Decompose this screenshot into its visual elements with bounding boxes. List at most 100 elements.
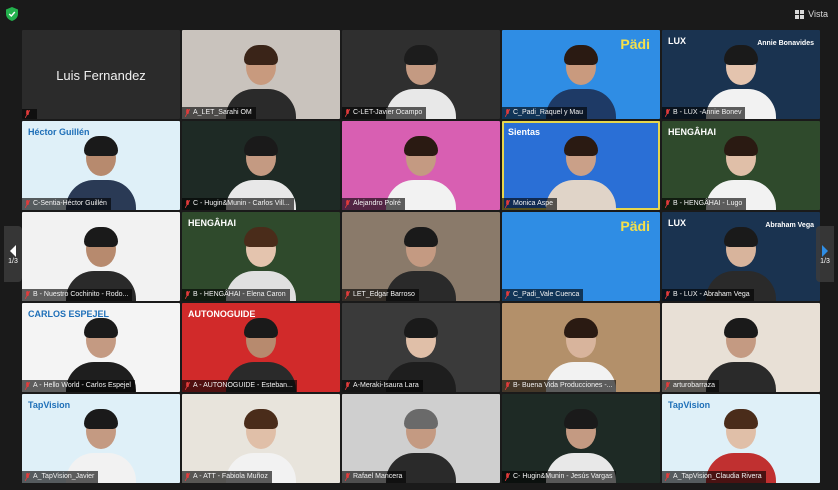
participant-tile[interactable]: TapVision A_TapVision_Javier: [22, 394, 180, 483]
participant-tile[interactable]: A-Meraki-Isaura Lara: [342, 303, 500, 392]
participant-tile[interactable]: Pädi C_Padi_Vale Cuenca: [502, 212, 660, 301]
participant-tile[interactable]: Héctor Guillén C-Sentia-Héctor Guillén: [22, 121, 180, 210]
background-logo-text: Pädi: [620, 218, 650, 234]
participant-name: C-Sentia-Héctor Guillén: [33, 200, 107, 207]
participant-name: A_LET_Sarahi OM: [193, 109, 252, 116]
participant-tile[interactable]: LUX Abraham Vega B - LUX - Abraham Vega: [662, 212, 820, 301]
muted-mic-icon: [185, 291, 190, 299]
muted-mic-icon: [185, 473, 190, 481]
participant-name: B - Nuestro Cochinito - Rodo...: [33, 291, 129, 298]
participant-tile[interactable]: Pädi C_Padi_Raquel y Mau: [502, 30, 660, 119]
participant-name: A-Meraki-Isaura Lara: [353, 382, 419, 389]
participant-name-bar: A_TapVision_Claudia Rivera: [662, 471, 766, 483]
participant-name: A - AUTONOGUIDE - Esteban...: [193, 382, 293, 389]
muted-mic-icon: [25, 382, 30, 390]
chevron-right-icon: [822, 244, 828, 257]
participant-name-bar: C - Hugin&Munin - Carlos Vill...: [182, 198, 294, 210]
background-logo-text: Pädi: [620, 36, 650, 52]
participant-tile[interactable]: arturobarraza: [662, 303, 820, 392]
participant-name: A - Hello World - Carlos Espejel: [33, 382, 131, 389]
participant-name-bar: B- Buena Vida Producciones -...: [502, 380, 617, 392]
muted-mic-icon: [185, 382, 190, 390]
participant-name: C_Padi_Vale Cuenca: [513, 291, 580, 298]
muted-mic-icon: [665, 200, 670, 208]
muted-mic-icon: [505, 382, 510, 390]
participant-tile[interactable]: TapVision A_TapVision_Claudia Rivera: [662, 394, 820, 483]
background-logo-text: Sientas: [508, 127, 541, 137]
next-page-button[interactable]: 1/3: [816, 226, 834, 282]
participant-tile[interactable]: Sientas Monica Aspe: [502, 121, 660, 210]
shield-icon[interactable]: [6, 7, 18, 21]
participant-name-bar: B - HENGÂHAI - Lugo: [662, 198, 747, 210]
participant-name-bar: B - HENGÂHAI - Elena Caron: [182, 289, 290, 301]
participant-tile[interactable]: LET_Edgar Barroso: [342, 212, 500, 301]
participant-tile[interactable]: HENGÂHAI B - HENGÂHAI - Elena Caron: [182, 212, 340, 301]
muted-mic-icon: [345, 473, 350, 481]
muted-mic-icon: [505, 473, 510, 481]
participant-name-bar: C-Sentia-Héctor Guillén: [22, 198, 111, 210]
participant-tile[interactable]: C-LET-Javier Ocampo: [342, 30, 500, 119]
participant-name-bar: A_LET_Sarahi OM: [182, 107, 256, 119]
muted-mic-icon: [25, 473, 30, 481]
participant-tile[interactable]: Alejandro Polré: [342, 121, 500, 210]
participant-name: B- Buena Vida Producciones -...: [513, 382, 613, 389]
muted-mic-icon: [25, 291, 30, 299]
participant-tile[interactable]: CARLOS ESPEJEL A - Hello World - Carlos E…: [22, 303, 180, 392]
muted-mic-icon: [185, 200, 190, 208]
participant-tile[interactable]: HENGÂHAI B - HENGÂHAI - Lugo: [662, 121, 820, 210]
participant-name-bar: Rafael Mancera: [342, 471, 407, 483]
participant-name: B - HENGÂHAI - Lugo: [673, 200, 743, 207]
view-label: Vista: [808, 9, 828, 19]
participant-tile[interactable]: Rafael Mancera: [342, 394, 500, 483]
participant-display-name: Luis Fernandez: [56, 68, 146, 83]
participant-tile[interactable]: Luis Fernandez: [22, 30, 180, 119]
participant-name: C-LET-Javier Ocampo: [353, 109, 423, 116]
participant-name: A_TapVision_Javier: [33, 473, 95, 480]
participant-tile[interactable]: AUTONOGUIDE A - AUTONOGUIDE - Esteban...: [182, 303, 340, 392]
participant-name-bar: B - Nuestro Cochinito - Rodo...: [22, 289, 133, 301]
participant-name-bar: C-LET-Javier Ocampo: [342, 107, 427, 119]
background-logo-text: LUX: [668, 218, 686, 228]
participant-tile[interactable]: B- Buena Vida Producciones -...: [502, 303, 660, 392]
participant-name: C_Padi_Raquel y Mau: [513, 109, 584, 116]
participant-tile[interactable]: LUX Annie Bonavides B - LUX -Annie Bonev: [662, 30, 820, 119]
participant-name: LET_Edgar Barroso: [353, 291, 415, 298]
muted-mic-icon: [505, 200, 510, 208]
muted-mic-icon: [505, 291, 510, 299]
participant-name: A_TapVision_Claudia Rivera: [673, 473, 762, 480]
top-bar: Vista: [0, 0, 838, 28]
participant-name-bar: [22, 109, 37, 119]
participant-name-bar: B - LUX - Abraham Vega: [662, 289, 754, 301]
participant-name: B - LUX - Abraham Vega: [673, 291, 750, 298]
participant-name: C- Hugin&Munin - Jesús Vargas: [513, 473, 613, 480]
participant-name-bar: LET_Edgar Barroso: [342, 289, 419, 301]
participant-name: Rafael Mancera: [353, 473, 403, 480]
participant-tile[interactable]: A_LET_Sarahi OM: [182, 30, 340, 119]
view-button[interactable]: Vista: [795, 7, 828, 21]
participant-name: B - HENGÂHAI - Elena Caron: [193, 291, 286, 298]
muted-mic-icon: [25, 110, 30, 118]
muted-mic-icon: [25, 200, 30, 208]
participant-name: C - Hugin&Munin - Carlos Vill...: [193, 200, 290, 207]
participant-tile[interactable]: C - Hugin&Munin - Carlos Vill...: [182, 121, 340, 210]
video-grid: Luis Fernandez A_LET_Sarahi OM C-LET-Javie…: [22, 30, 820, 484]
muted-mic-icon: [185, 109, 190, 117]
participant-name-bar: A - Hello World - Carlos Espejel: [22, 380, 135, 392]
participant-name: arturobarraza: [673, 382, 716, 389]
participant-tile[interactable]: A - ATT - Fabiola Muñoz: [182, 394, 340, 483]
participant-tile[interactable]: C- Hugin&Munin - Jesús Vargas: [502, 394, 660, 483]
participant-name-bar: A-Meraki-Isaura Lara: [342, 380, 423, 392]
previous-page-button[interactable]: 1/3: [4, 226, 22, 282]
participant-name-bar: C_Padi_Raquel y Mau: [502, 107, 588, 119]
background-logo-text: TapVision: [28, 400, 71, 410]
participant-name-bar: Alejandro Polré: [342, 198, 405, 210]
background-logo-text: TapVision: [668, 400, 711, 410]
grid-view-icon: [795, 9, 805, 19]
participant-name: Monica Aspe: [513, 200, 554, 207]
chevron-left-icon: [10, 244, 16, 257]
participant-tile[interactable]: B - Nuestro Cochinito - Rodo...: [22, 212, 180, 301]
participant-name: B - LUX -Annie Bonev: [673, 109, 742, 116]
muted-mic-icon: [665, 473, 670, 481]
muted-mic-icon: [665, 291, 670, 299]
participant-name-bar: B - LUX -Annie Bonev: [662, 107, 746, 119]
